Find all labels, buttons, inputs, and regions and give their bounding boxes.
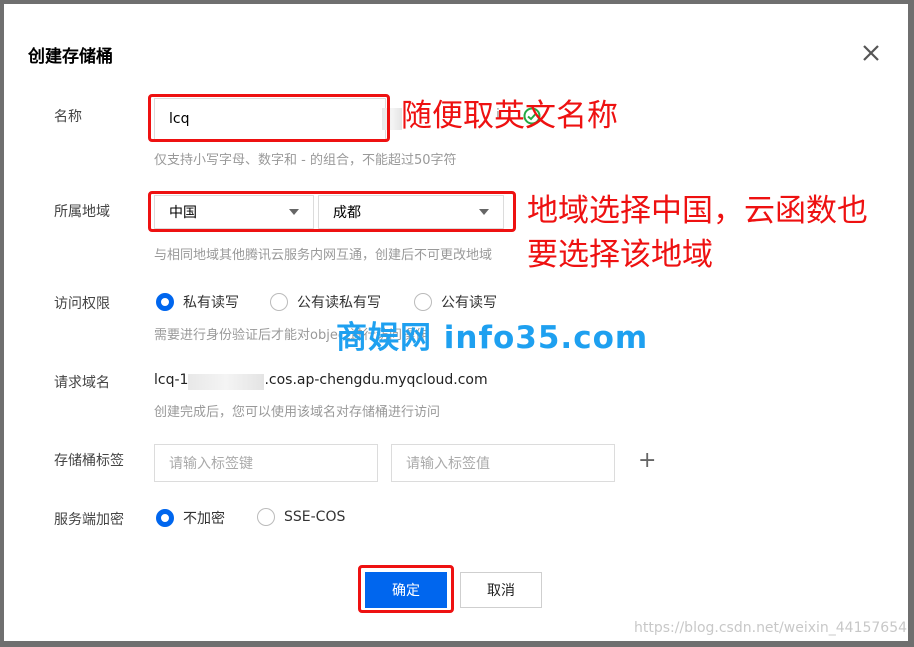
access-label: 访问权限	[54, 296, 110, 312]
name-highlight-box	[148, 94, 390, 142]
region-annotation-line2: 要选择该地域	[527, 237, 713, 273]
access-option-public-read[interactable]: 公有读私有写	[270, 292, 381, 312]
region-label: 所属地域	[54, 204, 110, 220]
region-highlight-box	[148, 191, 516, 232]
request-domain-obscured	[188, 374, 265, 390]
close-icon[interactable]	[860, 42, 882, 64]
close-icon-glyph	[863, 45, 879, 61]
access-option-label: 私有读写	[183, 295, 239, 311]
radio-checked-icon	[156, 509, 174, 527]
confirm-highlight-box	[358, 565, 454, 613]
radio-checked-icon	[156, 293, 174, 311]
access-option-label: 公有读写	[441, 295, 497, 311]
access-option-label: 公有读私有写	[297, 295, 381, 311]
access-option-public-read-write[interactable]: 公有读写	[414, 292, 497, 312]
tag-value-placeholder: 请输入标签值	[406, 456, 490, 472]
tag-key-input[interactable]: 请输入标签键	[154, 444, 378, 482]
name-annotation: 随便取英文名称	[401, 98, 618, 134]
encryption-option-none[interactable]: 不加密	[156, 508, 225, 528]
radio-unchecked-icon	[257, 508, 275, 526]
access-option-private[interactable]: 私有读写	[156, 292, 239, 312]
site-watermark: 商娱网 info35.com	[336, 320, 649, 356]
name-hint: 仅支持小写字母、数字和 - 的组合，不能超过50字符	[154, 153, 457, 168]
request-domain: lcq-1 .cos.ap-chengdu.myqcloud.com	[154, 372, 488, 390]
domain-label: 请求域名	[54, 375, 110, 391]
cancel-button[interactable]: 取消	[460, 572, 542, 608]
encryption-option-sse-cos[interactable]: SSE-COS	[257, 508, 345, 526]
region-hint: 与相同地域其他腾讯云服务内网互通，创建后不可更改地域	[154, 248, 493, 263]
encryption-label: 服务端加密	[54, 512, 124, 528]
csdn-watermark: https://blog.csdn.net/weixin_44157654	[634, 620, 908, 636]
name-label: 名称	[54, 109, 82, 125]
tag-key-placeholder: 请输入标签键	[169, 456, 253, 472]
add-tag-button[interactable]: +	[638, 450, 656, 472]
radio-unchecked-icon	[414, 293, 432, 311]
dialog-title: 创建存储桶	[28, 47, 113, 67]
request-domain-value: .cos.ap-chengdu.myqcloud.com	[264, 372, 488, 388]
tag-value-input[interactable]: 请输入标签值	[391, 444, 615, 482]
tags-label: 存储桶标签	[54, 453, 124, 469]
radio-unchecked-icon	[270, 293, 288, 311]
request-domain-prefix: lcq-1	[154, 372, 189, 388]
region-annotation-line1: 地域选择中国，云函数也	[527, 193, 868, 229]
domain-hint: 创建完成后，您可以使用该域名对存储桶进行访问	[154, 405, 441, 420]
encryption-option-label: 不加密	[183, 511, 225, 527]
encryption-option-label: SSE-COS	[284, 509, 346, 525]
